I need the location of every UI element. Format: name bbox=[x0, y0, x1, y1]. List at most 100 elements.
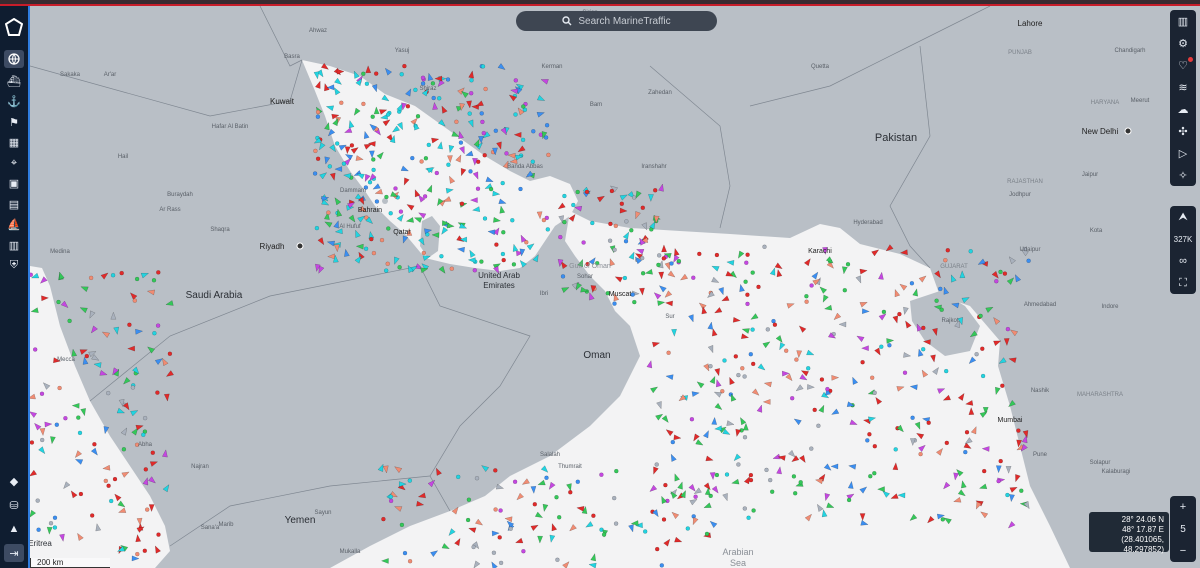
vessel-marker[interactable] bbox=[127, 322, 132, 327]
vessel-marker[interactable] bbox=[1002, 271, 1008, 276]
zoom-out-button[interactable]: − bbox=[1170, 540, 1196, 562]
vessel-marker[interactable] bbox=[630, 292, 635, 297]
vessel-marker[interactable] bbox=[661, 517, 667, 522]
vessel-marker[interactable] bbox=[106, 483, 111, 488]
vessel-marker[interactable] bbox=[744, 260, 749, 265]
vessel-marker[interactable] bbox=[893, 447, 898, 452]
vessel-marker[interactable] bbox=[469, 90, 474, 96]
route-icon[interactable]: ✧ bbox=[1170, 164, 1196, 186]
vessel-marker[interactable] bbox=[609, 188, 615, 194]
vessel-marker[interactable] bbox=[459, 201, 465, 206]
vessel-marker[interactable] bbox=[415, 113, 421, 119]
vessel-marker[interactable] bbox=[466, 497, 472, 502]
vessel-marker[interactable] bbox=[768, 477, 773, 483]
vessel-marker[interactable] bbox=[385, 261, 390, 266]
vessel-marker[interactable] bbox=[142, 548, 148, 553]
vessel-marker[interactable] bbox=[504, 151, 509, 156]
login-icon[interactable]: ⇥ bbox=[4, 544, 24, 562]
vessel-marker[interactable] bbox=[591, 513, 596, 518]
ship-icon[interactable]: ⛴ bbox=[4, 72, 24, 90]
vessel-marker[interactable] bbox=[669, 261, 674, 266]
vessel-marker[interactable] bbox=[437, 96, 442, 101]
vessel-marker[interactable] bbox=[508, 526, 513, 531]
vessel-marker[interactable] bbox=[809, 446, 814, 451]
news-icon[interactable]: ▤ bbox=[4, 195, 24, 213]
vessel-marker[interactable] bbox=[472, 268, 477, 273]
vessel-marker[interactable] bbox=[825, 386, 830, 392]
vessel-marker[interactable] bbox=[693, 494, 698, 499]
vessel-marker[interactable] bbox=[742, 374, 747, 379]
vessel-marker[interactable] bbox=[980, 346, 985, 351]
vessel-marker[interactable] bbox=[554, 495, 559, 500]
vessel-marker[interactable] bbox=[349, 143, 355, 148]
vessel-marker[interactable] bbox=[794, 357, 799, 362]
vessel-marker[interactable] bbox=[745, 252, 750, 257]
vessel-marker[interactable] bbox=[575, 189, 580, 195]
vessel-marker[interactable] bbox=[656, 262, 661, 268]
vessel-marker[interactable] bbox=[934, 298, 939, 303]
vessel-marker[interactable] bbox=[887, 343, 892, 348]
vessel-marker[interactable] bbox=[685, 526, 690, 531]
vessel-marker[interactable] bbox=[384, 268, 389, 273]
vessel-marker[interactable] bbox=[56, 299, 61, 305]
vessel-marker[interactable] bbox=[978, 313, 983, 319]
vessel-marker[interactable] bbox=[812, 407, 817, 413]
vessel-marker[interactable] bbox=[449, 266, 454, 271]
vessel-marker[interactable] bbox=[629, 228, 634, 233]
vessel-marker[interactable] bbox=[612, 301, 617, 306]
vessel-marker[interactable] bbox=[420, 75, 426, 81]
vessel-marker[interactable] bbox=[465, 517, 471, 523]
vessel-marker[interactable] bbox=[121, 447, 127, 452]
vessel-marker[interactable] bbox=[607, 238, 613, 243]
vessel-marker[interactable] bbox=[940, 517, 945, 522]
fullscreen-icon[interactable]: ⛶ bbox=[1170, 272, 1196, 294]
vessel-marker[interactable] bbox=[623, 238, 629, 244]
vessel-marker[interactable] bbox=[402, 550, 408, 556]
vessel-marker[interactable] bbox=[632, 299, 637, 305]
vessel-marker[interactable] bbox=[704, 531, 710, 537]
vessel-marker[interactable] bbox=[640, 205, 645, 211]
vessel-marker[interactable] bbox=[613, 521, 619, 526]
vessel-marker[interactable] bbox=[804, 294, 809, 299]
vessel-marker[interactable] bbox=[501, 257, 506, 263]
vessel-marker[interactable] bbox=[784, 348, 789, 353]
vessel-marker[interactable] bbox=[488, 186, 494, 192]
vessel-marker[interactable] bbox=[482, 216, 488, 221]
vessel-marker[interactable] bbox=[816, 423, 821, 428]
vessel-marker[interactable] bbox=[518, 186, 523, 192]
vessel-marker[interactable] bbox=[497, 535, 502, 540]
vessel-marker[interactable] bbox=[622, 275, 628, 281]
vessel-marker[interactable] bbox=[439, 253, 444, 259]
vessel-marker[interactable] bbox=[521, 104, 526, 109]
marinetraffic-logo-icon[interactable] bbox=[3, 16, 25, 38]
vessel-marker[interactable] bbox=[501, 230, 506, 235]
vessel-marker[interactable] bbox=[374, 71, 379, 76]
vessel-marker[interactable] bbox=[313, 148, 318, 154]
vessel-marker[interactable] bbox=[513, 78, 518, 83]
vessel-marker[interactable] bbox=[110, 273, 116, 278]
vessel-marker[interactable] bbox=[370, 114, 375, 119]
vessel-marker[interactable] bbox=[155, 323, 161, 328]
vessel-marker[interactable] bbox=[544, 475, 549, 480]
vessel-marker[interactable] bbox=[48, 521, 54, 526]
vessel-marker[interactable] bbox=[994, 279, 999, 284]
vessel-marker[interactable] bbox=[614, 468, 619, 474]
vessel-marker[interactable] bbox=[544, 122, 550, 128]
vessel-marker[interactable] bbox=[562, 193, 567, 199]
vessel-marker[interactable] bbox=[483, 86, 488, 92]
vessel-marker[interactable] bbox=[982, 468, 987, 474]
vessel-marker[interactable] bbox=[491, 550, 497, 555]
vessel-marker[interactable] bbox=[467, 111, 472, 116]
vessel-marker[interactable] bbox=[361, 71, 366, 77]
vessel-marker[interactable] bbox=[520, 137, 526, 143]
vessel-marker[interactable] bbox=[568, 490, 573, 495]
vessel-marker[interactable] bbox=[640, 271, 646, 276]
map-icon[interactable]: ▥ bbox=[1170, 10, 1196, 32]
vessel-marker[interactable] bbox=[772, 322, 778, 327]
vessel-marker[interactable] bbox=[881, 309, 887, 315]
vessel-marker[interactable] bbox=[865, 438, 870, 443]
building-icon[interactable]: ▦ bbox=[4, 134, 24, 152]
vessel-marker[interactable] bbox=[379, 237, 385, 243]
vessel-marker[interactable] bbox=[879, 344, 884, 349]
vessel-marker[interactable] bbox=[63, 416, 68, 421]
